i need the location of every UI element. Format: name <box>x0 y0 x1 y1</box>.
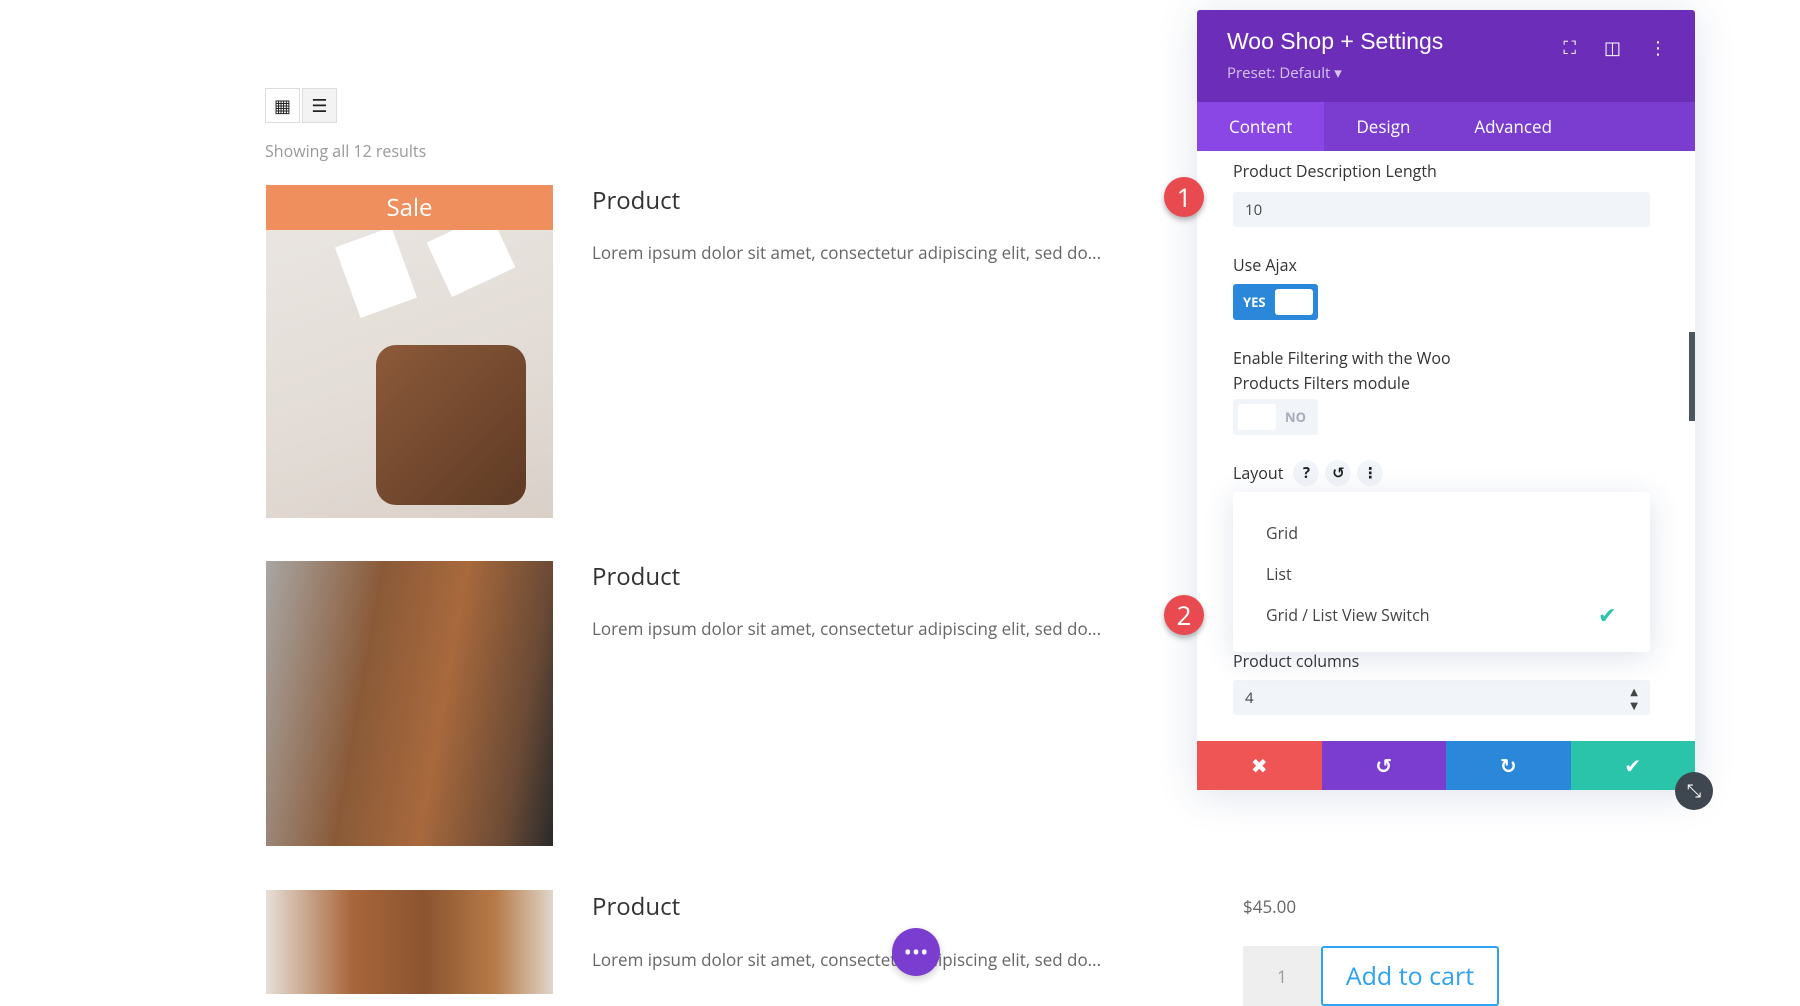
tab-content[interactable]: Content <box>1197 102 1325 151</box>
product-title[interactable]: Product <box>592 184 680 217</box>
layout-dropdown: Grid List Grid / List View Switch ✔ <box>1233 492 1650 652</box>
layout-option-switch[interactable]: Grid / List View Switch <box>1266 604 1430 626</box>
layout-option-grid[interactable]: Grid <box>1266 522 1298 544</box>
product-description: Lorem ipsum dolor sit amet, consectetur … <box>592 241 1102 264</box>
list-view-button[interactable]: ☰ <box>302 88 337 123</box>
scrollbar[interactable] <box>1689 332 1695 421</box>
filter-label: Enable Filtering with the Woo Products Fi… <box>1233 347 1451 394</box>
camera-shape <box>376 345 526 505</box>
undo-button[interactable]: ↺ <box>1321 741 1446 790</box>
panel-footer: ✖ ↺ ↻ ✔ <box>1197 741 1695 790</box>
tab-design[interactable]: Design <box>1324 102 1442 151</box>
sale-banner: Sale <box>266 185 553 230</box>
more-options-button[interactable]: ••• <box>892 928 940 976</box>
settings-panel: Woo Shop + Settings Preset: Default ▾ ⛶ … <box>1197 10 1713 810</box>
fullscreen-icon[interactable]: ⛶ <box>1563 36 1576 60</box>
quantity-input[interactable]: 1 <box>1243 946 1321 1006</box>
product-description: Lorem ipsum dolor sit amet, consectetur … <box>592 948 1102 971</box>
add-to-cart-button[interactable]: Add to cart <box>1321 946 1499 1006</box>
product-description: Lorem ipsum dolor sit amet, consectetur … <box>592 617 1102 640</box>
filter-toggle[interactable]: NO <box>1233 399 1318 435</box>
check-icon: ✔ <box>1598 600 1617 630</box>
layout-option-list[interactable]: List <box>1266 563 1292 585</box>
split-view-icon[interactable]: ◫ <box>1604 36 1621 60</box>
product-image[interactable] <box>266 890 553 994</box>
kebab-menu-icon[interactable]: ⋮ <box>1649 36 1667 60</box>
cancel-button[interactable]: ✖ <box>1197 741 1322 790</box>
toggle-state: YES <box>1243 293 1266 311</box>
ajax-toggle[interactable]: YES <box>1233 284 1318 320</box>
columns-label: Product columns <box>1233 650 1360 672</box>
kebab-menu-icon[interactable]: ⋮ <box>1357 460 1384 486</box>
product-image[interactable] <box>266 185 553 518</box>
product-image[interactable] <box>266 561 553 846</box>
results-count: Showing all 12 results <box>265 140 427 162</box>
columns-select[interactable]: 4 ▲ ▼ <box>1233 680 1650 715</box>
redo-button[interactable]: ↻ <box>1446 741 1571 790</box>
layout-label-row: Layout ? ↺ ⋮ <box>1233 460 1384 486</box>
step-badge: 2 <box>1164 595 1204 635</box>
photo-shape <box>334 227 418 318</box>
product-title[interactable]: Product <box>592 560 680 593</box>
preset-dropdown[interactable]: Preset: Default ▾ <box>1227 63 1665 83</box>
step-badge: 1 <box>1164 177 1204 217</box>
grid-view-button[interactable]: ▦ <box>265 88 300 123</box>
desc-length-label: Product Description Length <box>1233 160 1437 182</box>
toggle-state: NO <box>1285 408 1306 426</box>
product-price: $45.00 <box>1243 895 1297 918</box>
layout-label: Layout <box>1233 462 1284 484</box>
tab-advanced[interactable]: Advanced <box>1442 102 1584 151</box>
product-title[interactable]: Product <box>592 890 680 923</box>
resize-handle-icon[interactable]: ⤡ <box>1675 772 1713 810</box>
ajax-label: Use Ajax <box>1233 254 1297 276</box>
select-arrows-icon: ▲ ▼ <box>1630 683 1638 712</box>
panel-header: Woo Shop + Settings Preset: Default ▾ ⛶ … <box>1197 10 1695 102</box>
reset-icon[interactable]: ↺ <box>1325 460 1352 486</box>
help-icon[interactable]: ? <box>1293 460 1320 486</box>
panel-tabs: Content Design Advanced <box>1197 102 1695 151</box>
desc-length-input[interactable]: 10 <box>1233 192 1650 227</box>
